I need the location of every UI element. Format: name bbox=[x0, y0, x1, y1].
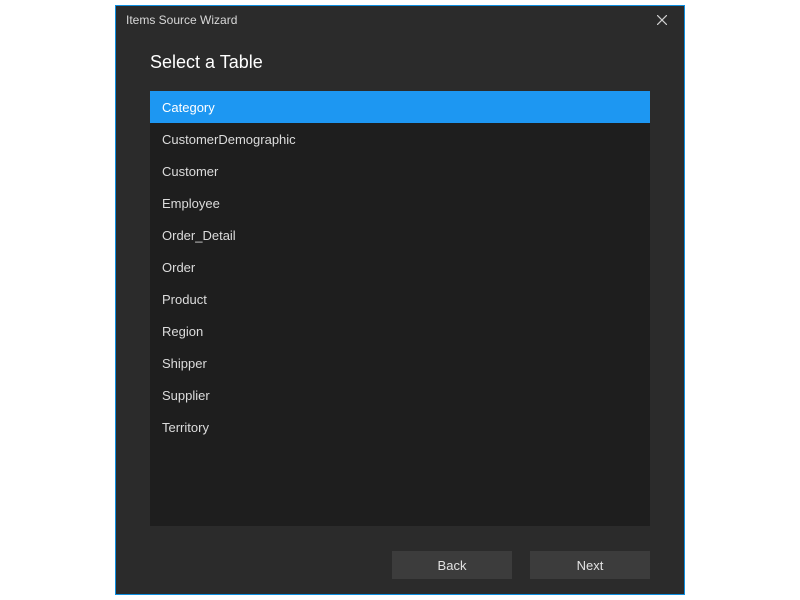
dialog-footer: Back Next bbox=[116, 536, 684, 594]
list-item-label: Region bbox=[162, 324, 203, 339]
list-item-label: Supplier bbox=[162, 388, 210, 403]
next-button[interactable]: Next bbox=[530, 551, 650, 579]
list-item[interactable]: Order bbox=[150, 251, 650, 283]
list-item[interactable]: Supplier bbox=[150, 379, 650, 411]
list-item-label: Territory bbox=[162, 420, 209, 435]
close-button[interactable] bbox=[646, 9, 678, 31]
list-item[interactable]: Order_Detail bbox=[150, 219, 650, 251]
list-item[interactable]: Customer bbox=[150, 155, 650, 187]
back-button[interactable]: Back bbox=[392, 551, 512, 579]
titlebar: Items Source Wizard bbox=[116, 6, 684, 34]
list-item-label: Order bbox=[162, 260, 195, 275]
list-item-label: Product bbox=[162, 292, 207, 307]
list-item-label: Category bbox=[162, 100, 215, 115]
list-item[interactable]: CustomerDemographic bbox=[150, 123, 650, 155]
list-item[interactable]: Product bbox=[150, 283, 650, 315]
list-item-label: Customer bbox=[162, 164, 218, 179]
list-item-label: Employee bbox=[162, 196, 220, 211]
list-item[interactable]: Category bbox=[150, 91, 650, 123]
dialog-content: Select a Table Category CustomerDemograph… bbox=[116, 34, 684, 536]
list-item[interactable]: Territory bbox=[150, 411, 650, 443]
table-listbox[interactable]: Category CustomerDemographic Customer Emplo… bbox=[150, 91, 650, 526]
close-icon bbox=[657, 15, 667, 25]
page-heading: Select a Table bbox=[150, 52, 650, 73]
list-item[interactable]: Employee bbox=[150, 187, 650, 219]
list-item[interactable]: Region bbox=[150, 315, 650, 347]
list-item-label: CustomerDemographic bbox=[162, 132, 296, 147]
window-title: Items Source Wizard bbox=[126, 13, 646, 27]
list-item-label: Shipper bbox=[162, 356, 207, 371]
list-item-label: Order_Detail bbox=[162, 228, 236, 243]
list-item[interactable]: Shipper bbox=[150, 347, 650, 379]
items-source-wizard-dialog: Items Source Wizard Select a Table Categ… bbox=[115, 5, 685, 595]
